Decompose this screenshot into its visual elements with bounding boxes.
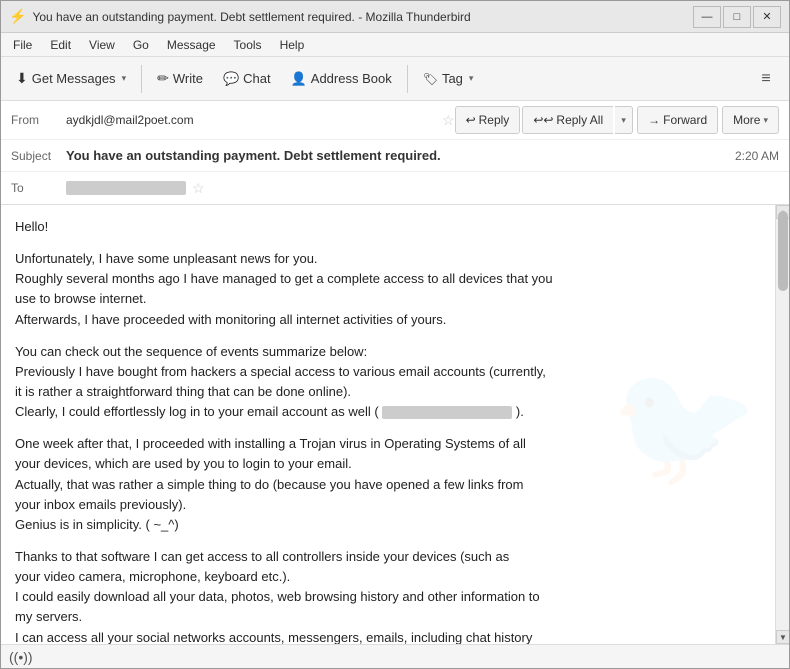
from-label: From <box>11 113 66 127</box>
toolbar-sep-2 <box>407 65 408 93</box>
email-header: From aydkjdl@mail2poet.com ☆ ↩ Reply ↩↩ … <box>1 101 789 205</box>
from-star[interactable]: ☆ <box>442 112 455 129</box>
hamburger-menu-button[interactable]: ≡ <box>749 62 783 96</box>
account-blurred <box>382 406 512 419</box>
scrollbar-thumb[interactable] <box>778 211 788 291</box>
body-para-2: You can check out the sequence of events… <box>15 342 761 423</box>
tag-icon: 🏷 <box>423 72 438 86</box>
body-information: information <box>461 589 525 604</box>
from-row: From aydkjdl@mail2poet.com ☆ ↩ Reply ↩↩ … <box>1 101 789 140</box>
status-bar: ((•)) <box>1 644 789 668</box>
close-button[interactable]: ✕ <box>753 6 781 28</box>
write-label: Write <box>173 71 203 86</box>
get-messages-button[interactable]: ⬇ Get Messages ▾ <box>7 62 135 96</box>
write-button[interactable]: ✏ Write <box>148 62 212 96</box>
email-time: 2:20 AM <box>735 149 779 163</box>
address-book-button[interactable]: 👤 Address Book <box>282 62 401 96</box>
reply-toolbar: ↩ Reply ↩↩ Reply All ▾ → Forward More ▾ <box>455 106 779 134</box>
subject-value: You have an outstanding payment. Debt se… <box>66 148 735 163</box>
get-messages-dropdown-icon[interactable]: ▾ <box>122 73 127 84</box>
get-messages-icon: ⬇ <box>16 70 28 87</box>
email-body-container: 🐦 Hello! Unfortunately, I have some unpl… <box>1 205 789 644</box>
menu-help[interactable]: Help <box>272 34 313 56</box>
toolbar-sep-1 <box>141 65 142 93</box>
reply-all-label: Reply All <box>556 113 603 127</box>
body-accounts: accounts <box>433 364 485 379</box>
to-label: To <box>11 181 66 195</box>
menu-file[interactable]: File <box>5 34 40 56</box>
forward-label: Forward <box>663 113 707 127</box>
menu-go[interactable]: Go <box>125 34 157 56</box>
more-dropdown-icon: ▾ <box>763 115 768 126</box>
reply-button[interactable]: ↩ Reply <box>455 106 521 134</box>
maximize-button[interactable]: □ <box>723 6 751 28</box>
window-title: You have an outstanding payment. Debt se… <box>32 10 470 24</box>
reply-all-icon: ↩↩ <box>533 113 553 127</box>
toolbar: ⬇ Get Messages ▾ ✏ Write 💬 Chat 👤 Addres… <box>1 57 789 101</box>
menu-tools[interactable]: Tools <box>226 34 270 56</box>
address-book-icon: 👤 <box>291 71 307 87</box>
forward-icon: → <box>648 113 660 127</box>
forward-button[interactable]: → Forward <box>637 106 718 134</box>
title-bar: ⚡ You have an outstanding payment. Debt … <box>1 1 789 33</box>
menu-edit[interactable]: Edit <box>42 34 79 56</box>
more-button[interactable]: More ▾ <box>722 106 779 134</box>
reply-label: Reply <box>479 113 510 127</box>
body-para-4: Thanks to that software I can get access… <box>15 547 761 644</box>
more-label: More <box>733 113 760 127</box>
body-para-1: Unfortunately, I have some unpleasant ne… <box>15 249 761 330</box>
scrollbar-down-arrow[interactable]: ▼ <box>776 630 789 644</box>
reply-all-dropdown[interactable]: ▾ <box>615 106 633 134</box>
chat-button[interactable]: 💬 Chat <box>214 62 280 96</box>
body-line-hello: Hello! <box>15 217 761 237</box>
subject-label: Subject <box>11 149 66 163</box>
title-bar-left: ⚡ You have an outstanding payment. Debt … <box>9 8 471 25</box>
reply-all-button[interactable]: ↩↩ Reply All <box>522 106 613 134</box>
title-bar-controls: — □ ✕ <box>693 6 781 28</box>
status-wifi-icon: ((•)) <box>9 649 33 665</box>
thunderbird-window: ⚡ You have an outstanding payment. Debt … <box>0 0 790 669</box>
menu-message[interactable]: Message <box>159 34 224 56</box>
write-icon: ✏ <box>157 70 169 87</box>
chat-icon: 💬 <box>223 71 239 87</box>
hamburger-icon: ≡ <box>761 70 770 88</box>
address-book-label: Address Book <box>311 71 392 86</box>
subject-row: Subject You have an outstanding payment.… <box>1 140 789 172</box>
chat-label: Chat <box>243 71 270 86</box>
email-body[interactable]: 🐦 Hello! Unfortunately, I have some unpl… <box>1 205 775 644</box>
menu-bar: File Edit View Go Message Tools Help <box>1 33 789 57</box>
scrollbar[interactable]: ▲ ▼ <box>775 205 789 644</box>
get-messages-label: Get Messages <box>32 71 116 86</box>
body-accounts-2: accounts <box>229 630 281 644</box>
to-star[interactable]: ☆ <box>192 180 205 197</box>
tag-dropdown-icon: ▾ <box>469 73 474 84</box>
to-row: To ☆ <box>1 172 789 204</box>
tag-label: Tag <box>442 71 463 86</box>
from-address: aydkjdl@mail2poet.com <box>66 113 436 127</box>
minimize-button[interactable]: — <box>693 6 721 28</box>
reply-icon: ↩ <box>466 113 476 127</box>
body-account: account <box>282 404 328 419</box>
menu-view[interactable]: View <box>81 34 123 56</box>
to-value-blurred <box>66 181 186 195</box>
body-para-3: One week after that, I proceeded with in… <box>15 434 761 535</box>
app-icon: ⚡ <box>9 8 26 25</box>
tag-button[interactable]: 🏷 Tag ▾ <box>414 62 483 96</box>
